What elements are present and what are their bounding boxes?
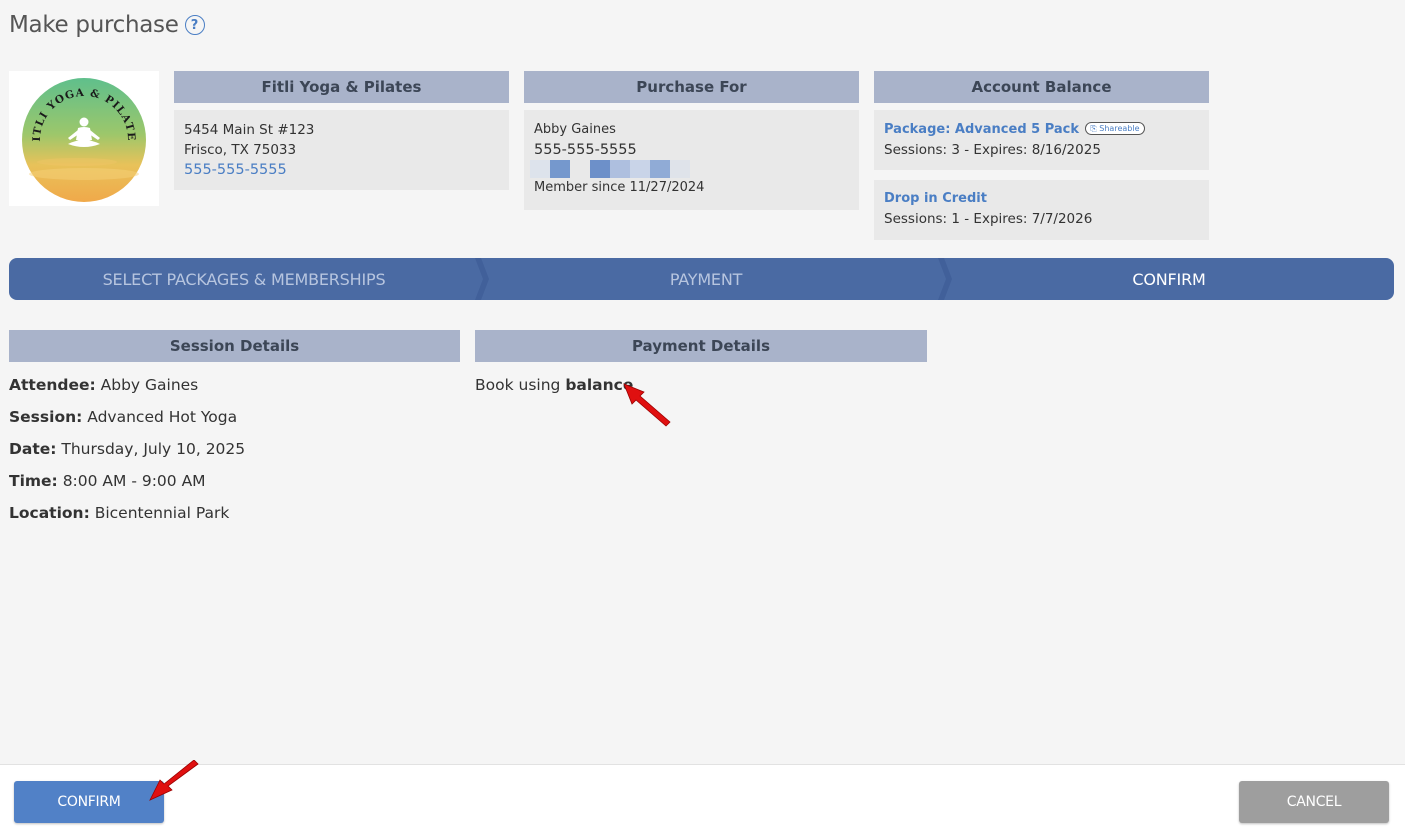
business-body: 5454 Main St #123 Frisco, TX 75033 555-5… xyxy=(174,110,509,190)
shareable-badge: ⎘ Shareable xyxy=(1085,122,1145,135)
balance-item-name-link[interactable]: Drop in Credit xyxy=(884,189,1199,209)
footer-bar: CONFIRM CANCEL xyxy=(0,764,1405,836)
business-logo: FITLI YOGA & PILATES xyxy=(9,71,159,206)
purchase-for-body: Abby Gaines 555-555-5555 Member since 11… xyxy=(524,110,859,210)
step-confirm[interactable]: CONFIRM xyxy=(954,258,1384,300)
account-balance-header: Account Balance xyxy=(874,71,1209,103)
business-phone-link[interactable]: 555-555-5555 xyxy=(184,160,499,180)
title-row: Make purchase ? xyxy=(9,12,205,38)
customer-phone: 555-555-5555 xyxy=(534,142,637,158)
balance-item: Package: Advanced 5 Pack ⎘ Shareable Ses… xyxy=(874,110,1209,170)
purchase-for-card: Purchase For Abby Gaines 555-555-5555 Me… xyxy=(524,71,859,210)
cancel-button[interactable]: CANCEL xyxy=(1239,781,1389,823)
payment-method: Book using balance xyxy=(475,376,634,394)
step-select-packages[interactable]: SELECT PACKAGES & MEMBERSHIPS xyxy=(9,258,479,300)
session-date: Date: Thursday, July 10, 2025 xyxy=(9,440,246,458)
business-header: Fitli Yoga & Pilates xyxy=(174,71,509,103)
chevron-right-icon xyxy=(475,258,489,300)
help-icon[interactable]: ? xyxy=(184,15,205,35)
balance-item-name-link[interactable]: Package: Advanced 5 Pack xyxy=(884,122,1079,137)
shareable-badge-label: Shareable xyxy=(1099,124,1140,133)
chevron-right-icon xyxy=(938,258,952,300)
business-address-line1: 5454 Main St #123 xyxy=(184,122,315,138)
payment-details-section: Payment Details Book using balance xyxy=(475,330,927,406)
balance-item: Drop in Credit Sessions: 1 - Expires: 7/… xyxy=(874,180,1209,240)
session-name: Session: Advanced Hot Yoga xyxy=(9,408,238,426)
payment-details-header: Payment Details xyxy=(475,330,927,362)
redacted-field xyxy=(530,160,849,178)
account-balance-card: Account Balance Package: Advanced 5 Pack… xyxy=(874,71,1209,240)
step-payment[interactable]: PAYMENT xyxy=(491,258,921,300)
customer-name: Abby Gaines xyxy=(534,122,616,137)
confirm-button[interactable]: CONFIRM xyxy=(14,781,164,823)
balance-item-details: Sessions: 3 - Expires: 8/16/2025 xyxy=(884,142,1101,158)
business-card: Fitli Yoga & Pilates 5454 Main St #123 F… xyxy=(174,71,509,190)
page-title: Make purchase xyxy=(9,12,179,38)
session-details-section: Session Details Attendee: Abby Gaines Se… xyxy=(9,330,460,534)
logo-image: FITLI YOGA & PILATES xyxy=(22,74,146,202)
member-since: Member since 11/27/2024 xyxy=(534,180,705,195)
session-details-header: Session Details xyxy=(9,330,460,362)
balance-item-details: Sessions: 1 - Expires: 7/7/2026 xyxy=(884,211,1093,227)
share-icon: ⎘ xyxy=(1090,124,1097,133)
purchase-for-header: Purchase For xyxy=(524,71,859,103)
annotation-arrow-icon xyxy=(149,760,199,801)
step-progress-bar: SELECT PACKAGES & MEMBERSHIPS PAYMENT CO… xyxy=(9,258,1394,300)
session-time: Time: 8:00 AM - 9:00 AM xyxy=(9,472,206,490)
business-address-line2: Frisco, TX 75033 xyxy=(184,142,297,158)
session-attendee: Attendee: Abby Gaines xyxy=(9,376,199,394)
session-location: Location: Bicentennial Park xyxy=(9,504,230,522)
annotation-arrow-icon xyxy=(623,383,671,427)
